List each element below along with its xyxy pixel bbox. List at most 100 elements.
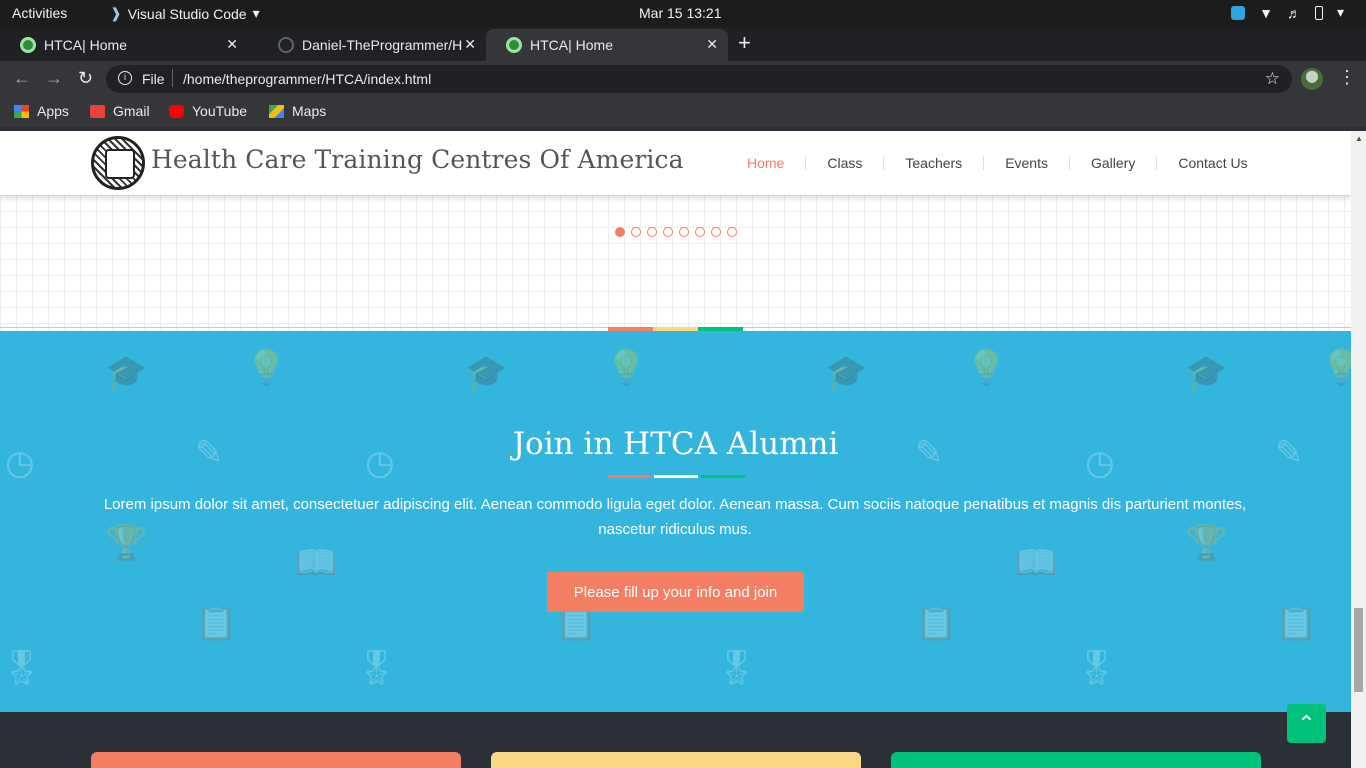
reload-icon[interactable]: ↻ (78, 68, 93, 88)
back-arrow-icon[interactable]: ← (13, 68, 31, 88)
bookmark-label: YouTube (192, 103, 248, 119)
site-brand[interactable]: Health Care Training Centres Of America (151, 145, 684, 174)
nav-divider (805, 156, 807, 170)
clipboard-icon: 📋 (1275, 604, 1318, 642)
nav-teachers[interactable]: Teachers (905, 155, 962, 171)
apps-icon (14, 104, 29, 118)
page-viewport: Health Care Training Centres Of America … (0, 131, 1351, 768)
slider-dot[interactable] (727, 227, 737, 237)
footer-cards-section (0, 712, 1351, 768)
underline-green (701, 475, 745, 478)
vscode-icon: ❱ (110, 5, 122, 21)
graduation-cap-icon: 🎓 (465, 354, 508, 392)
forward-arrow-icon[interactable]: → (45, 68, 63, 88)
main-nav: Home Class Teachers Events Gallery Conta… (747, 155, 1248, 171)
alumni-description: Lorem ipsum dolor sit amet, consectetuer… (103, 496, 1247, 538)
slider-dot[interactable] (631, 227, 641, 237)
tab-title: HTCA| Home (530, 37, 613, 53)
award-ribbon-icon: 🎖 (715, 649, 759, 687)
slider-dot[interactable] (615, 227, 625, 237)
chevron-up-icon: ⌃ (1297, 710, 1316, 736)
close-icon[interactable]: ✕ (226, 36, 238, 53)
nav-home[interactable]: Home (747, 155, 784, 171)
menu-kebab-icon[interactable]: ⋮ (1338, 67, 1356, 88)
close-icon[interactable]: ✕ (464, 36, 476, 53)
htca-logo[interactable] (91, 136, 145, 190)
slider-dot[interactable] (695, 227, 705, 237)
browser-tab[interactable]: Daniel-TheProgrammer/H ✕ (258, 29, 486, 61)
bookmark-gmail[interactable]: Gmail (90, 103, 150, 119)
activities-button[interactable]: Activities (12, 5, 67, 21)
graduation-cap-icon: 🎓 (105, 354, 148, 392)
slider-dot[interactable] (663, 227, 673, 237)
tab-title: HTCA| Home (44, 37, 127, 53)
clipboard-icon: 📋 (915, 604, 958, 642)
maps-icon (269, 104, 284, 118)
nav-events[interactable]: Events (1005, 155, 1048, 171)
nav-divider (983, 156, 985, 170)
wifi-icon: ▼ (1259, 4, 1273, 21)
page-scrollbar[interactable]: ▲ (1351, 131, 1366, 768)
slider-dot[interactable] (679, 227, 689, 237)
info-card-yellow (491, 752, 861, 768)
bookmark-apps[interactable]: Apps (14, 103, 69, 119)
nav-divider (1156, 156, 1158, 170)
scroll-up-arrow-icon[interactable]: ▲ (1355, 134, 1363, 143)
lightbulb-icon: 💡 (1320, 349, 1351, 387)
award-ribbon-icon: 🎖 (0, 649, 44, 687)
bookmarks-bar: Apps Gmail YouTube Maps (0, 96, 1366, 127)
info-card-green (891, 752, 1261, 768)
chevron-down-icon: ▾ (252, 5, 260, 21)
slider-dot[interactable] (711, 227, 721, 237)
lightbulb-icon: 💡 (965, 349, 1008, 387)
title-underline (607, 475, 745, 478)
close-icon[interactable]: ✕ (706, 36, 718, 53)
app-menu-label: Visual Studio Code (127, 5, 247, 22)
info-card-red (91, 752, 461, 768)
browser-tab[interactable]: HTCA| Home ✕ (0, 29, 248, 61)
alumni-section: 🎓 💡 🎓 💡 🎓 💡 🎓 💡 ◷ ✎ ◷ ✎ ◷ ✎ 🏆 📖 📖 🏆 📋 📋 … (0, 331, 1351, 712)
app-menu[interactable]: ❱ Visual Studio Code ▾ (110, 5, 260, 22)
address-url[interactable]: /home/theprogrammer/HTCA/index.html (183, 71, 431, 87)
bookmark-maps[interactable]: Maps (269, 103, 326, 119)
back-to-top-button[interactable]: ⌃ (1287, 704, 1326, 743)
address-divider (172, 69, 173, 87)
battery-icon (1314, 5, 1323, 20)
alumni-title: Join in HTCA Alumni (512, 426, 839, 462)
profile-avatar[interactable] (1301, 68, 1323, 90)
system-tray[interactable]: ▼ ♬ ▾ (1231, 4, 1344, 21)
address-bar[interactable]: i File /home/theprogrammer/HTCA/index.ht… (106, 65, 1292, 93)
chevron-down-icon: ▾ (1336, 4, 1344, 20)
system-top-bar: Activities ❱ Visual Studio Code ▾ Mar 15… (0, 0, 1366, 27)
browser-tab-active[interactable]: HTCA| Home ✕ (486, 29, 728, 61)
site-header: Health Care Training Centres Of America … (0, 131, 1351, 195)
scrollbar-thumb[interactable] (1354, 608, 1363, 692)
underline-red (607, 475, 651, 478)
info-icon[interactable]: i (118, 71, 132, 85)
bookmark-youtube[interactable]: YouTube (169, 103, 247, 119)
new-tab-button[interactable]: + (738, 32, 751, 54)
nav-gallery[interactable]: Gallery (1091, 155, 1135, 171)
book-icon: 📖 (1015, 544, 1058, 582)
bookmark-star-icon[interactable]: ☆ (1265, 69, 1280, 89)
underline-white (654, 475, 698, 478)
bookmark-label: Gmail (113, 103, 150, 119)
volume-icon: ♬ (1286, 4, 1301, 21)
lightbulb-icon: 💡 (605, 349, 648, 387)
slider-pagination (615, 227, 737, 237)
graduation-cap-icon: 🎓 (825, 354, 868, 392)
slider-dot[interactable] (647, 227, 657, 237)
browser-toolbar: ← → ↻ i File /home/theprogrammer/HTCA/in… (0, 61, 1366, 96)
book-icon: 📖 (295, 544, 338, 582)
clipboard-icon: 📋 (195, 604, 238, 642)
bookmark-label: Maps (292, 103, 327, 119)
youtube-icon (169, 104, 184, 118)
github-icon (278, 37, 294, 53)
nav-contact-us[interactable]: Contact Us (1178, 155, 1247, 171)
gmail-icon (90, 104, 105, 118)
bookmark-label: Apps (37, 103, 69, 119)
join-alumni-button[interactable]: Please fill up your info and join (547, 572, 804, 612)
nav-divider (883, 156, 885, 170)
clock[interactable]: Mar 15 13:21 (639, 5, 722, 21)
nav-class[interactable]: Class (827, 155, 862, 171)
